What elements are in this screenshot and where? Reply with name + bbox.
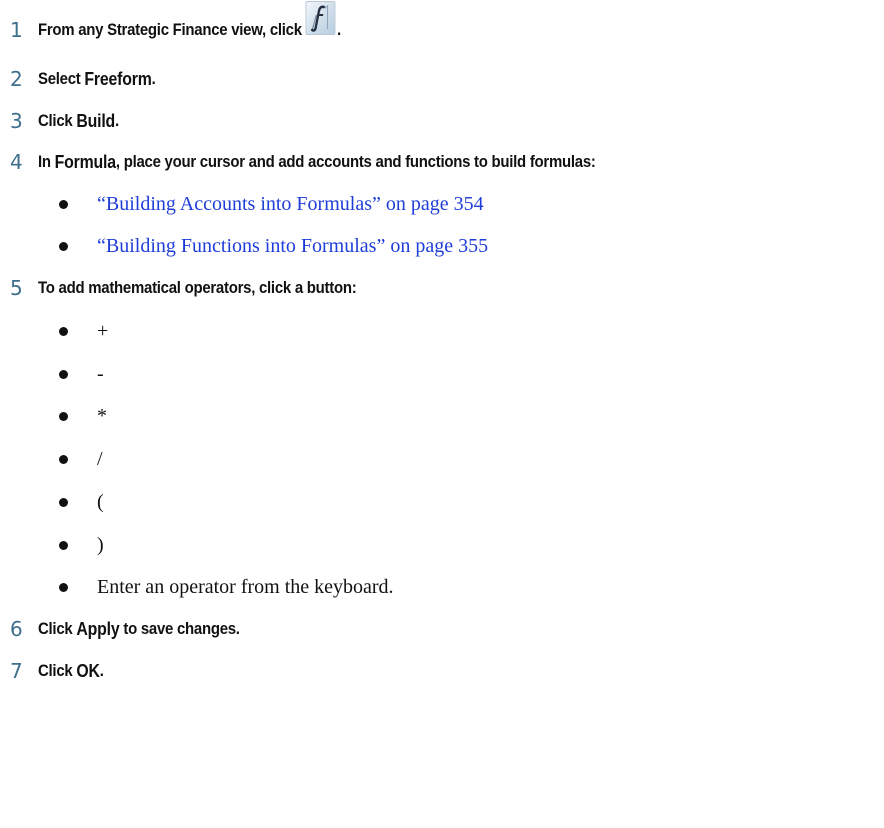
step-text: Select Freeform . (38, 69, 156, 90)
procedure-document: 1 From any Strategic Finance view, click… (0, 0, 884, 828)
step-text-before: Click (38, 619, 77, 638)
link-building-accounts[interactable]: “Building Accounts into Formulas” on pag… (97, 193, 484, 215)
operator-multiply: * (97, 404, 107, 427)
ui-term-build: Build (76, 110, 116, 131)
ui-term-ok: OK (76, 660, 100, 681)
ui-term-apply: Apply (76, 618, 120, 639)
step-text: To add mathematical operators, click a b… (38, 278, 357, 298)
bullet-icon (59, 411, 68, 421)
operator-close-paren: ) (97, 533, 104, 556)
step-text-after: . (115, 111, 119, 130)
step-text-before: From any Strategic Finance view, click (38, 20, 302, 39)
step-text: Click Build . (38, 111, 119, 132)
bullet-icon (59, 369, 68, 379)
link-building-functions[interactable]: “Building Functions into Formulas” on pa… (97, 235, 488, 257)
bullet-icon (59, 199, 68, 209)
operator-divide: / (97, 447, 103, 470)
operator-plus: + (97, 319, 109, 342)
step-text-after: . (336, 20, 341, 39)
step-text-after: to save changes. (119, 619, 240, 638)
operator-open-paren: ( (97, 490, 104, 513)
step-text: Click OK . (38, 661, 104, 682)
bullet-icon (59, 241, 68, 251)
formula-function-icon-glyph (310, 4, 328, 32)
step-number: 1 (10, 18, 23, 42)
formula-function-icon[interactable] (305, 1, 336, 35)
step-text-after: . (99, 661, 104, 680)
bullet-icon (59, 497, 68, 507)
bullet-icon (59, 454, 68, 464)
step-text: In Formula , place your cursor and add a… (38, 152, 596, 173)
ui-term-freeform: Freeform (84, 68, 152, 89)
step-number: 5 (10, 276, 23, 300)
operator-keyboard-note: Enter an operator from the keyboard. (97, 575, 394, 598)
step-text-before: Click (38, 111, 77, 130)
bullet-icon (59, 326, 68, 336)
step-number: 7 (10, 659, 23, 683)
bullet-icon (59, 540, 68, 550)
step-number: 6 (10, 617, 23, 641)
bullet-text: “Building Functions into Formulas” on pa… (97, 235, 488, 258)
step-text-before: Click (38, 661, 77, 680)
step-text-before: Select (38, 69, 85, 88)
step-text: Click Apply to save changes. (38, 619, 240, 640)
step-number: 3 (10, 109, 23, 133)
bullet-icon (59, 582, 68, 592)
step-text-after: . (151, 69, 156, 88)
step-number: 4 (10, 150, 23, 174)
ui-term-formula: Formula (54, 151, 116, 172)
bullet-text: “Building Accounts into Formulas” on pag… (97, 193, 484, 216)
step-number: 2 (10, 67, 23, 91)
operator-minus: - (97, 362, 104, 385)
step-text-before: To add mathematical operators, click a b… (38, 278, 357, 297)
step-text-after: , place your cursor and add accounts and… (115, 152, 596, 171)
step-text-before: In (38, 152, 55, 171)
step-text: From any Strategic Finance view, click . (38, 1, 341, 47)
